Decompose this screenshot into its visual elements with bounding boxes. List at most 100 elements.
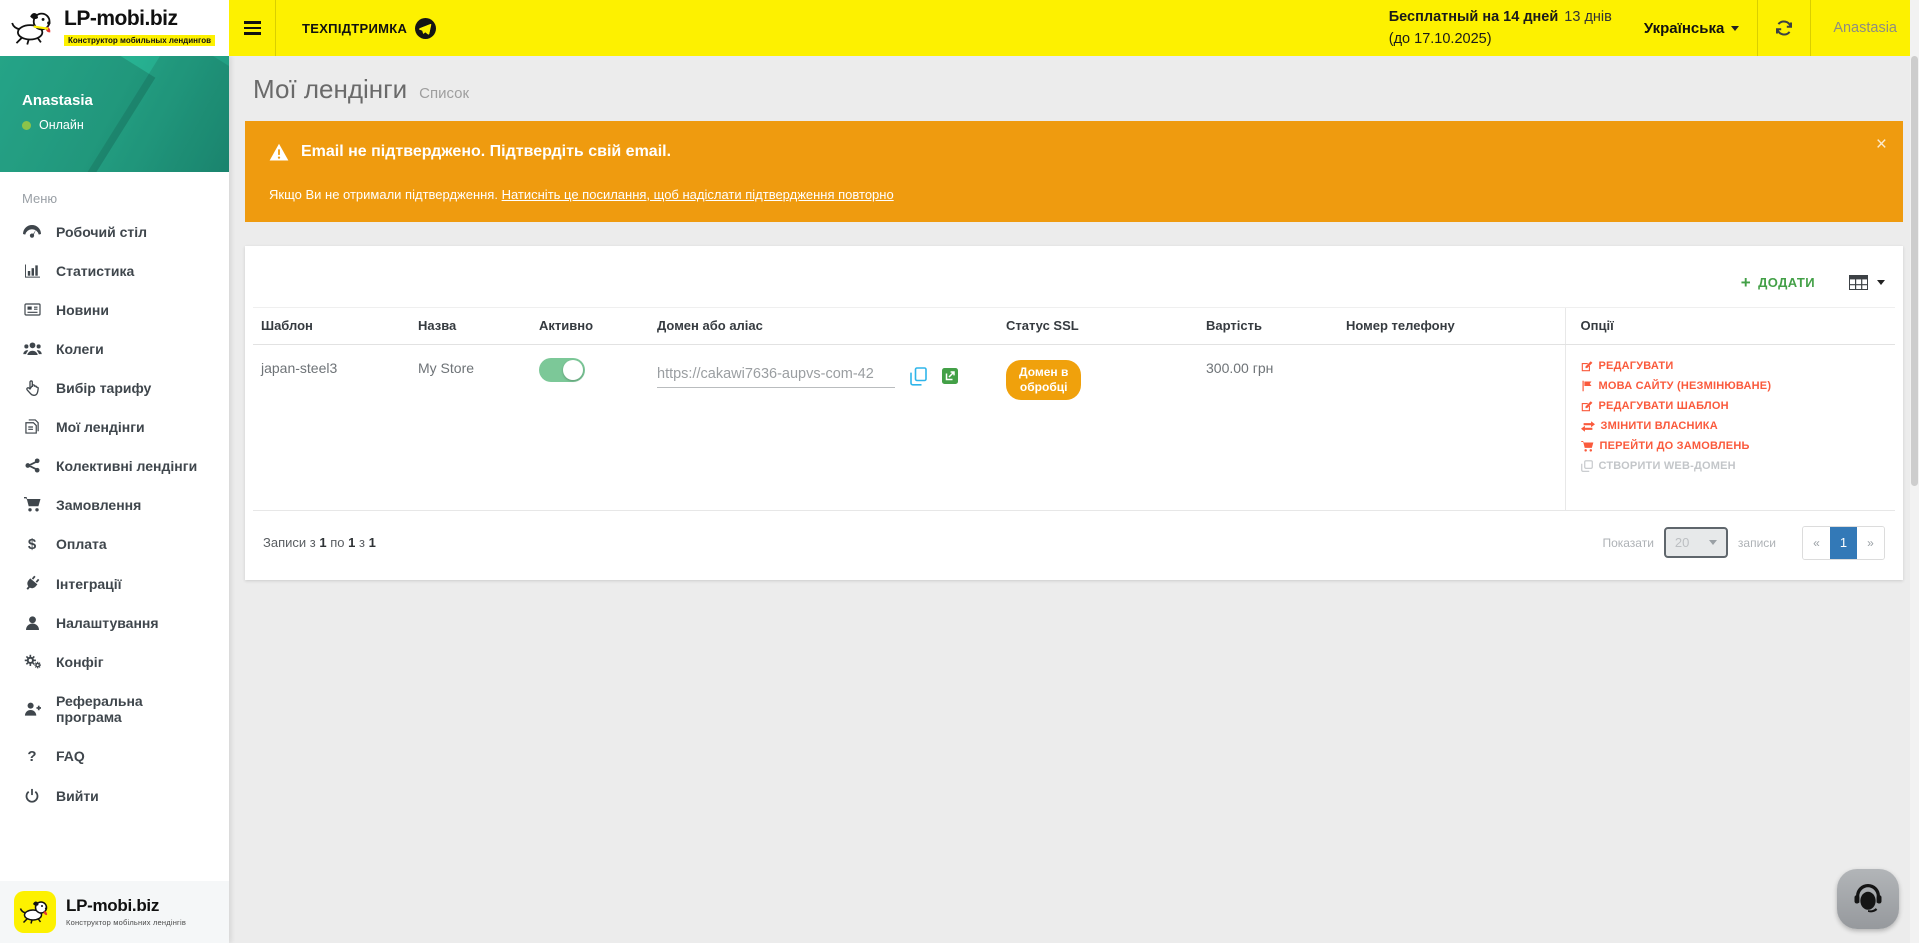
clone-icon — [1581, 460, 1593, 472]
cart-icon — [22, 497, 42, 512]
option-go-to-orders[interactable]: ПЕРЕЙТИ ДО ЗАМОВЛЕНЬ — [1581, 440, 1888, 452]
pagination-prev-button[interactable]: « — [1803, 527, 1830, 559]
ssl-badge-line1: Домен в — [1019, 365, 1068, 380]
sidebar-user-name: Anastasia — [22, 92, 229, 109]
warning-icon — [269, 143, 289, 161]
sidebar-item-orders[interactable]: Замовлення — [0, 485, 229, 524]
user-menu[interactable]: Anastasia — [1811, 0, 1919, 56]
scrollbar-thumb[interactable] — [1911, 56, 1918, 486]
open-site-button[interactable] — [942, 368, 958, 384]
column-header-active[interactable]: Активно — [531, 308, 649, 345]
main-content: Мої лендінги Список Email не підтверджен… — [229, 56, 1919, 943]
sidebar-item-faq[interactable]: ? FAQ — [0, 736, 229, 776]
sidebar-item-label: Інтеграції — [56, 576, 122, 592]
menu-section-label: Меню — [0, 172, 229, 212]
column-header-ssl[interactable]: Статус SSL — [998, 308, 1198, 345]
cell-phone — [1338, 345, 1565, 510]
language-label: Українська — [1644, 20, 1724, 37]
cell-active — [531, 345, 649, 510]
column-header-name[interactable]: Назва — [410, 308, 531, 345]
alert-message: Якщо Ви не отримали підтвердження. Натис… — [269, 187, 1853, 202]
sidebar-item-label: Вийти — [56, 788, 99, 804]
ssl-status-badge: Домен в обробці — [1006, 360, 1081, 400]
chevron-down-icon — [1877, 280, 1885, 285]
chevron-down-icon — [1731, 26, 1739, 31]
brand-subtitle: Конструктор мобильных лендингов — [64, 35, 215, 46]
column-header-template[interactable]: Шаблон — [253, 308, 410, 345]
share-icon — [22, 458, 42, 473]
column-header-price[interactable]: Вартість — [1198, 308, 1338, 345]
language-selector[interactable]: Українська — [1626, 0, 1757, 56]
cell-domain — [649, 345, 998, 510]
domain-input[interactable] — [657, 364, 895, 388]
refresh-icon — [1775, 20, 1793, 36]
hand-pointer-icon — [22, 380, 42, 396]
sidebar-item-referral[interactable]: Реферальна програма — [0, 681, 229, 736]
panel-toolbar: + ДОДАТИ — [253, 252, 1895, 307]
sidebar-item-news[interactable]: Новини — [0, 290, 229, 329]
active-toggle[interactable] — [539, 358, 585, 382]
column-visibility-dropdown[interactable] — [1849, 275, 1885, 290]
sidebar-item-label: Замовлення — [56, 497, 141, 513]
page-scrollbar[interactable] — [1910, 0, 1919, 943]
option-create-web-domain[interactable]: СТВОРИТИ WEB-ДОМЕН — [1581, 460, 1888, 472]
records-label: записи — [1738, 536, 1776, 550]
sidebar-item-label: Статистика — [56, 263, 134, 279]
sidebar-item-settings[interactable]: Налаштування — [0, 603, 229, 642]
sidebar-item-my-landings[interactable]: Мої лендінги — [0, 407, 229, 446]
sidebar-item-tariff[interactable]: Вибір тарифу — [0, 368, 229, 407]
pagination-next-button[interactable]: » — [1857, 527, 1884, 559]
alert-title: Email не підтверджено. Підтвердіть свій … — [301, 143, 671, 161]
sidebar-item-payment[interactable]: $ Оплата — [0, 524, 229, 564]
refresh-button[interactable] — [1758, 0, 1810, 56]
resend-confirmation-link[interactable]: Натисніть це посилання, щоб надіслати пі… — [502, 187, 894, 202]
sidebar-item-config[interactable]: Конфіг — [0, 642, 229, 681]
sidebar-item-statistics[interactable]: Статистика — [0, 251, 229, 290]
sidebar-item-integrations[interactable]: Інтеграції — [0, 564, 229, 603]
cell-name: My Store — [410, 345, 531, 510]
option-edit[interactable]: РЕДАГУВАТИ — [1581, 360, 1888, 372]
exchange-icon — [1581, 421, 1595, 432]
bar-chart-icon — [22, 264, 42, 278]
alert-message-prefix: Якщо Ви не отримали підтвердження. — [269, 187, 502, 202]
option-site-language[interactable]: МОВА САЙТУ (НЕЗМІНЮВАНЕ) — [1581, 380, 1888, 392]
telegram-icon — [415, 18, 436, 39]
page-size-value: 20 — [1675, 535, 1689, 550]
table-row: japan-steel3 My Store — [253, 345, 1895, 510]
sidebar-item-dashboard[interactable]: Робочий стіл — [0, 212, 229, 251]
page-subtitle: Список — [419, 85, 469, 102]
cell-options: РЕДАГУВАТИ МОВА САЙТУ (НЕЗМІНЮВАНЕ) РЕДА… — [1565, 345, 1895, 510]
sidebar-item-collective-landings[interactable]: Колективні лендінги — [0, 446, 229, 485]
external-link-icon — [942, 368, 958, 384]
gears-icon — [22, 654, 42, 669]
landings-panel: + ДОДАТИ — [245, 246, 1903, 580]
sidebar-item-label: Оплата — [56, 536, 107, 552]
user-icon — [22, 616, 42, 630]
sidebar-item-colleagues[interactable]: Колеги — [0, 329, 229, 368]
records-info: Записи з 1 по 1 з 1 — [263, 535, 376, 550]
landings-icon — [22, 419, 42, 434]
close-icon[interactable]: × — [1876, 135, 1887, 154]
copy-domain-button[interactable] — [910, 367, 927, 386]
sidebar-nav: Робочий стіл Статистика Новини Колеги Ви… — [0, 212, 229, 881]
pagination-page-1[interactable]: 1 — [1830, 527, 1857, 559]
landings-table: Шаблон Назва Активно Домен або аліас Ста… — [253, 307, 1895, 510]
support-link[interactable]: ТЕХПІДТРИМКА — [276, 0, 462, 56]
online-status-label: Онлайн — [39, 118, 84, 132]
page-head: Мої лендінги Список — [253, 74, 1903, 105]
headset-icon — [1850, 881, 1886, 917]
option-change-owner[interactable]: ЗМІНИТИ ВЛАСНИКА — [1581, 420, 1888, 432]
brand-logo[interactable]: LP-mobi.biz Конструктор мобильных лендин… — [0, 0, 229, 56]
column-header-phone[interactable]: Номер телефону — [1338, 308, 1565, 345]
page-size-select[interactable]: 20 — [1664, 527, 1728, 558]
topbar-right: Бесплатный на 14 дней13 днів (до 17.10.2… — [1389, 0, 1919, 56]
column-header-domain[interactable]: Домен або аліас — [649, 308, 998, 345]
app-root: LP-mobi.biz Конструктор мобильных лендин… — [0, 0, 1919, 943]
support-chat-button[interactable] — [1837, 869, 1899, 929]
support-label: ТЕХПІДТРИМКА — [302, 21, 407, 36]
sidebar-toggle-button[interactable] — [229, 0, 275, 56]
footer-brand-text: LP-mobi.biz Конструктор мобільних лендін… — [66, 897, 186, 927]
add-landing-button[interactable]: + ДОДАТИ — [1741, 274, 1815, 291]
option-edit-template[interactable]: РЕДАГУВАТИ ШАБЛОН — [1581, 400, 1888, 412]
sidebar-item-logout[interactable]: Вийти — [0, 776, 229, 815]
